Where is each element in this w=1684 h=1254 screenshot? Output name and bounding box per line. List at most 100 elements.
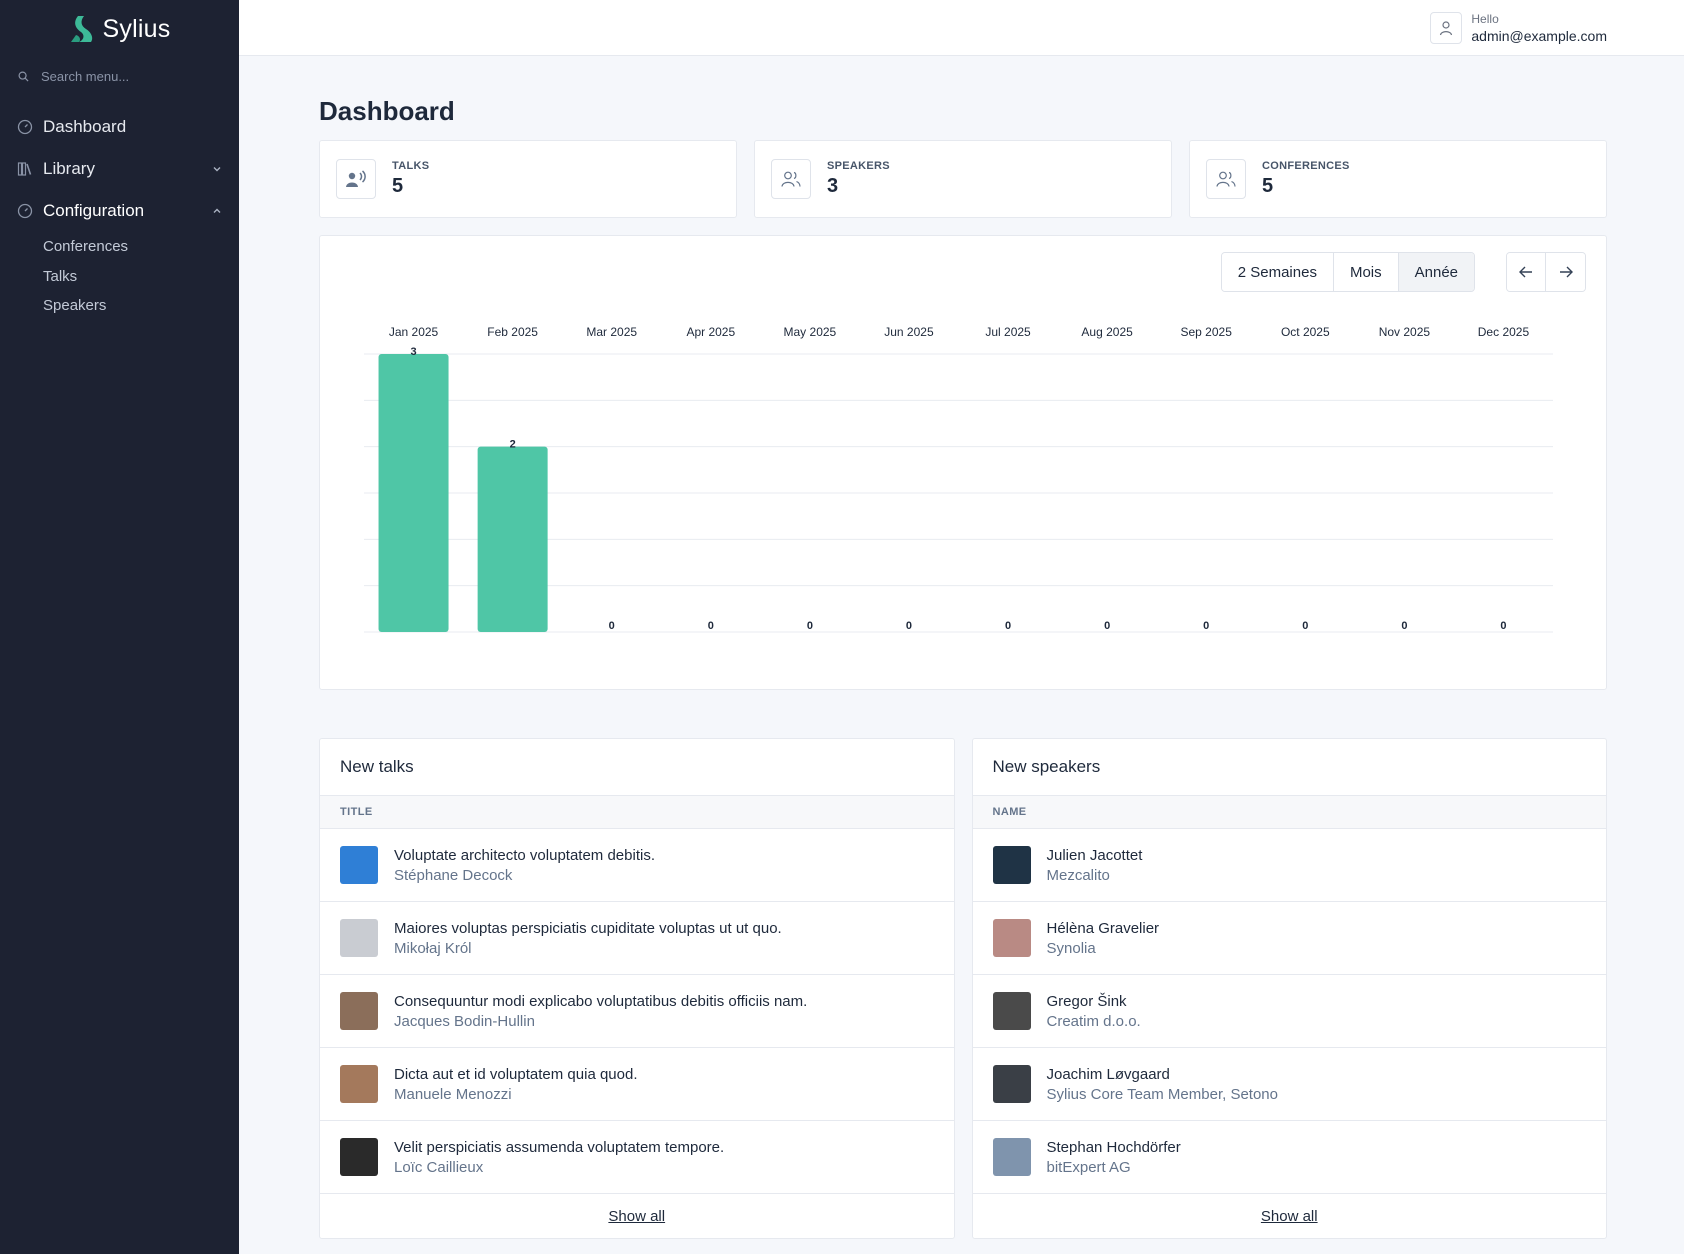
chart-bar[interactable] (477, 446, 548, 632)
speaker-avatar (340, 1065, 378, 1103)
talk-speaker: Loïc Caillieux (394, 1158, 484, 1176)
x-tick-label: Oct 2025 (1281, 325, 1330, 339)
table-row[interactable]: Hélèna Gravelier Synolia (972, 902, 1606, 975)
speaker-name: Julien Jacottet (1046, 846, 1143, 864)
row-text: Stephan Hochdörfer bitExpert AG (1047, 1139, 1181, 1176)
speaker-name: Hélèna Gravelier (1046, 919, 1160, 937)
sidebar-subitem-conferences[interactable]: Conferences (43, 232, 239, 262)
column-header-name: NAME (972, 796, 1606, 829)
x-tick-label: Aug 2025 (1081, 325, 1133, 339)
sidebar-subitem-talks[interactable]: Talks (43, 262, 239, 292)
user-email: admin@example.com (1471, 28, 1607, 44)
bar-value-label: 0 (1302, 620, 1308, 632)
x-tick-label: Nov 2025 (1379, 325, 1431, 339)
chart-bar[interactable] (378, 354, 449, 632)
search-icon (18, 71, 29, 82)
tables-row: New talks TITLE Voluptate architecto vol… (319, 738, 1607, 1239)
search-menu (0, 56, 239, 96)
logo[interactable]: Sylius (0, 0, 239, 56)
logo-text: Sylius (102, 14, 171, 43)
bar-value-label: 0 (906, 620, 912, 632)
speaker-avatar (992, 846, 1031, 884)
configuration-icon (16, 203, 33, 220)
speaker-avatar (340, 846, 378, 884)
speaker-avatar (340, 1138, 378, 1176)
new-talks-card: New talks TITLE Voluptate architecto vol… (319, 738, 955, 1239)
stat-card-talks: TALKS 5 (319, 140, 737, 218)
x-tick-label: Jan 2025 (389, 325, 439, 339)
user-greeting: Hello (1471, 12, 1499, 26)
table-row[interactable]: Voluptate architecto voluptatem debitis.… (320, 829, 954, 902)
talk-speaker: Stéphane Decock (394, 866, 513, 884)
sidebar-item-label: Library (43, 159, 95, 178)
row-text: Dicta aut et id voluptatem quia quod. Ma… (394, 1066, 638, 1103)
sidebar-item-label: Configuration (43, 201, 145, 220)
main-content: Dashboard TALKS 5 SPEAKERS 3 CONFERENCES… (319, 56, 1607, 1239)
page-title: Dashboard (319, 96, 455, 126)
row-text: Voluptate architecto voluptatem debitis.… (394, 847, 655, 884)
bar-value-label: 0 (1203, 620, 1209, 632)
stat-text: CONFERENCES 5 (1262, 160, 1350, 198)
x-tick-label: Sep 2025 (1181, 325, 1233, 339)
new-talks-title: New talks (320, 739, 954, 796)
chevron-up-icon (213, 208, 221, 213)
row-text: Joachim Løvgaard Sylius Core Team Member… (1047, 1066, 1279, 1103)
sidebar-item-dashboard[interactable]: Dashboard (0, 106, 239, 148)
table-row[interactable]: Joachim Løvgaard Sylius Core Team Member… (972, 1048, 1606, 1121)
stat-label: CONFERENCES (1262, 160, 1350, 172)
bar-value-label: 0 (609, 620, 615, 632)
speaker-avatar (992, 1065, 1031, 1103)
table-row[interactable]: Gregor Šink Creatim d.o.o. (972, 975, 1606, 1048)
talk-title: Dicta aut et id voluptatem quia quod. (394, 1065, 638, 1083)
sidebar-item-library[interactable]: Library (0, 148, 239, 190)
stat-card-conferences: CONFERENCES 5 (1189, 140, 1607, 218)
table-row[interactable]: Consequuntur modi explicabo voluptatibus… (320, 975, 954, 1048)
show-all-speakers-link[interactable]: Show all (973, 1194, 1607, 1238)
sidebar: Sylius Dashboard Library Configuration (0, 0, 239, 1254)
configuration-subnav: Conferences Talks Speakers (0, 232, 239, 321)
talk-title: Maiores voluptas perspiciatis cupiditate… (394, 919, 782, 937)
talks-bar-chart: Jan 2025 3 Feb 2025 2 Mar 2025 0 Apr 2025 0 May … (364, 325, 1553, 633)
stats-row: TALKS 5 SPEAKERS 3 CONFERENCES 5 (319, 140, 1607, 218)
talk-speaker: Manuele Menozzi (394, 1085, 512, 1103)
sidebar-item-label: Dashboard (43, 117, 127, 136)
bar-value-label: 0 (1500, 620, 1506, 632)
stat-value: 5 (1262, 175, 1274, 197)
user-menu[interactable]: Hello admin@example.com (1430, 11, 1607, 45)
bar-value-label: 0 (807, 620, 813, 632)
sidebar-item-configuration[interactable]: Configuration (0, 190, 239, 232)
bar-value-label: 3 (410, 346, 416, 358)
bar-value-label: 0 (1104, 620, 1110, 632)
row-text: Maiores voluptas perspiciatis cupiditate… (394, 920, 782, 957)
column-header-title: TITLE (320, 796, 954, 829)
stat-value: 5 (392, 175, 404, 197)
x-tick-label: Mar 2025 (586, 325, 637, 339)
table-row[interactable]: Dicta aut et id voluptatem quia quod. Ma… (320, 1048, 954, 1121)
talk-title: Voluptate architecto voluptatem debitis. (394, 846, 655, 864)
library-icon (16, 161, 33, 178)
speaker-avatar (992, 919, 1031, 957)
table-row[interactable]: Maiores voluptas perspiciatis cupiditate… (320, 902, 954, 975)
table-row[interactable]: Stephan Hochdörfer bitExpert AG (972, 1121, 1606, 1194)
sylius-logo-icon (70, 16, 92, 42)
sidebar-subitem-speakers[interactable]: Speakers (43, 291, 239, 321)
table-row[interactable]: Velit perspiciatis assumenda voluptatem … (320, 1121, 954, 1194)
table-row[interactable]: Julien Jacottet Mezcalito (972, 829, 1606, 902)
topbar: Hello admin@example.com (239, 0, 1684, 56)
stat-value: 3 (827, 175, 839, 197)
row-text: Hélèna Gravelier Synolia (1047, 920, 1160, 957)
search-menu-input[interactable] (41, 68, 221, 84)
speaker-company: Sylius Core Team Member, Setono (1046, 1085, 1279, 1103)
speaker-name: Stephan Hochdörfer (1046, 1138, 1181, 1156)
chart-card: 2 Semaines Mois Année Jan 2025 3 Feb 2025 2… (319, 235, 1607, 690)
row-text: Gregor Šink Creatim d.o.o. (1047, 993, 1141, 1030)
show-all-talks-link[interactable]: Show all (320, 1194, 954, 1238)
talk-speaker: Mikołaj Król (394, 939, 472, 957)
new-speakers-title: New speakers (972, 739, 1606, 796)
speaker-avatar (340, 919, 378, 957)
sidebar-nav: Dashboard Library Configuration Conferen… (0, 106, 239, 321)
speaker-company: bitExpert AG (1046, 1158, 1131, 1176)
stat-text: TALKS 5 (392, 160, 429, 198)
x-tick-label: Apr 2025 (686, 325, 735, 339)
speaker-name: Joachim Løvgaard (1046, 1065, 1170, 1083)
